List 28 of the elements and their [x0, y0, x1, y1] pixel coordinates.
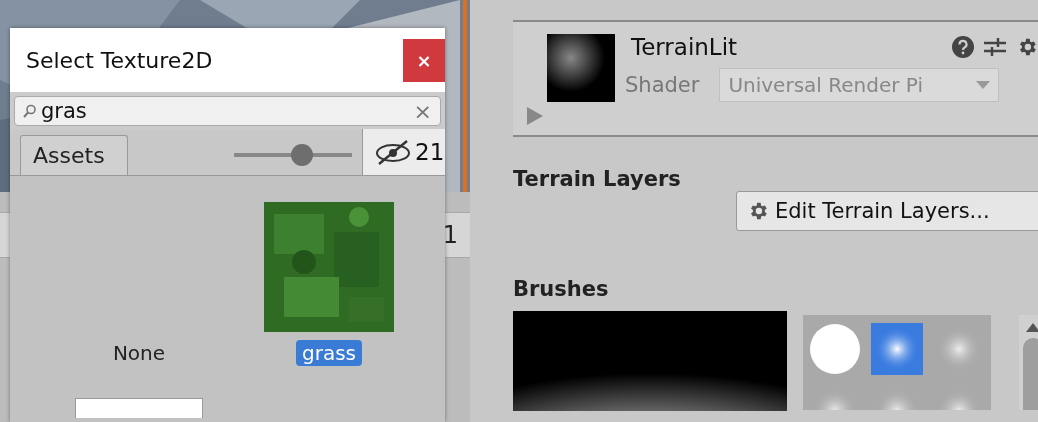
edit-terrain-layers-button[interactable]: Edit Terrain Layers...: [736, 191, 1038, 231]
clear-button[interactable]: ×: [413, 98, 432, 124]
tab[interactable]: Assets: [20, 135, 128, 175]
section-heading: Brushes: [513, 277, 610, 301]
hidden-eye-icon[interactable]: [373, 138, 413, 166]
material-name: TerrainLit: [631, 34, 738, 60]
foldout-arrow-icon[interactable]: [527, 107, 543, 125]
slider-thumb[interactable]: [291, 144, 314, 166]
brush-icon: [810, 324, 860, 374]
scroll-up-icon[interactable]: [1025, 323, 1038, 332]
asset-label[interactable]: grass: [296, 340, 362, 366]
search-icon: [23, 104, 37, 118]
help-icon[interactable]: [952, 36, 974, 58]
close-button[interactable]: ×: [403, 38, 445, 82]
shader-label: Shader: [625, 73, 700, 97]
hidden-count: 21: [415, 139, 445, 165]
sliders-icon[interactable]: [984, 36, 1006, 58]
section-heading: Terrain Layers: [513, 167, 682, 191]
asset-label[interactable]: None: [106, 340, 172, 366]
material-preview-icon: [547, 34, 615, 102]
texture-thumbnail[interactable]: [75, 398, 203, 418]
scrollbar[interactable]: [1019, 315, 1038, 410]
search-field[interactable]: gras ×: [14, 96, 441, 126]
brush-tile[interactable]: [871, 323, 923, 375]
caret-icon: [976, 81, 991, 89]
dialog-title: Select Texture2D: [26, 47, 213, 73]
row-text: 1: [442, 221, 458, 249]
brush-tile[interactable]: [809, 323, 861, 375]
